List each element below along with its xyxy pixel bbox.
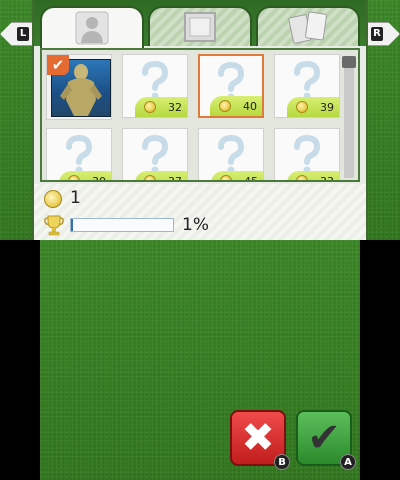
coin-icon	[68, 175, 80, 180]
cost-tag: 33	[287, 171, 339, 182]
cancel-x-icon: ✖	[241, 415, 275, 461]
grid-cell-character[interactable]: ✔	[46, 54, 112, 120]
tab-characters[interactable]	[40, 6, 144, 48]
cost-value: 39	[320, 100, 334, 114]
trophy-icon	[44, 215, 64, 236]
coin-icon	[220, 175, 232, 180]
grid-cell-locked[interactable]: 37	[122, 128, 188, 182]
cost-tag: 37	[135, 171, 187, 182]
stats-bar: 1 1%	[34, 184, 366, 240]
coin-count: 1	[70, 188, 81, 208]
person-icon	[75, 11, 109, 45]
bottom-screen: ✖ B ✔ A	[40, 240, 360, 480]
confirm-button[interactable]: ✔ A	[296, 410, 356, 470]
scroll-thumb[interactable]	[342, 56, 356, 68]
grid-cell-locked[interactable]: 33	[274, 128, 340, 182]
tab-stages[interactable]	[148, 6, 252, 46]
cost-tag: 30	[59, 171, 111, 182]
b-button-badge: B	[274, 454, 290, 470]
completion-progress-fill	[71, 219, 74, 231]
coin-icon	[296, 175, 308, 180]
tab-bar	[34, 0, 366, 48]
cost-value: 45	[244, 174, 258, 182]
grid-cell-locked[interactable]: 39	[274, 54, 340, 118]
question-mark-icon	[66, 135, 93, 174]
cost-value: 33	[320, 174, 334, 182]
grid-cell-locked-selected[interactable]: 40	[198, 54, 264, 118]
cost-value: 32	[168, 100, 182, 114]
question-mark-icon	[142, 135, 169, 174]
grid-cell-locked[interactable]: 32	[122, 54, 188, 118]
frame-icon	[184, 12, 216, 42]
tab-cards[interactable]	[256, 6, 360, 46]
question-mark-icon	[142, 61, 169, 100]
cost-value: 40	[243, 99, 257, 113]
item-grid: ✔ 32 40 39 30 37 45 33	[40, 48, 360, 182]
cost-tag: 45	[211, 171, 263, 182]
right-shoulder-label: R	[371, 27, 383, 41]
grid-scrollbar[interactable]	[342, 56, 356, 178]
cost-value: 30	[92, 174, 106, 182]
cost-tag: 32	[135, 97, 187, 117]
grid-cell-locked[interactable]: 30	[46, 128, 112, 182]
cost-value: 37	[168, 174, 182, 182]
grid-cell-locked[interactable]: 45	[198, 128, 264, 182]
coin-icon	[144, 175, 156, 180]
cost-tag: 39	[287, 97, 339, 117]
question-mark-icon	[218, 135, 245, 174]
confirm-check-icon: ✔	[307, 415, 341, 461]
left-shoulder-label: L	[17, 27, 29, 41]
cost-tag: 40	[210, 96, 262, 116]
cards-icon	[288, 11, 327, 44]
coin-icon	[296, 101, 308, 113]
question-mark-icon	[294, 61, 321, 100]
completion-percent: 1%	[182, 215, 209, 235]
a-button-badge: A	[340, 454, 356, 470]
coin-icon	[44, 190, 62, 208]
checked-badge: ✔	[47, 55, 69, 75]
collection-panel: ✔ 32 40 39 30 37 45 33 1 1%	[32, 0, 368, 240]
coin-icon	[144, 101, 156, 113]
cancel-button[interactable]: ✖ B	[230, 410, 290, 470]
coin-icon	[219, 100, 231, 112]
completion-progress-bar	[70, 218, 174, 232]
top-screen: L R ✔ 32 40 39 30 37 45 33 1 1%	[0, 0, 400, 240]
question-mark-icon	[294, 135, 321, 174]
